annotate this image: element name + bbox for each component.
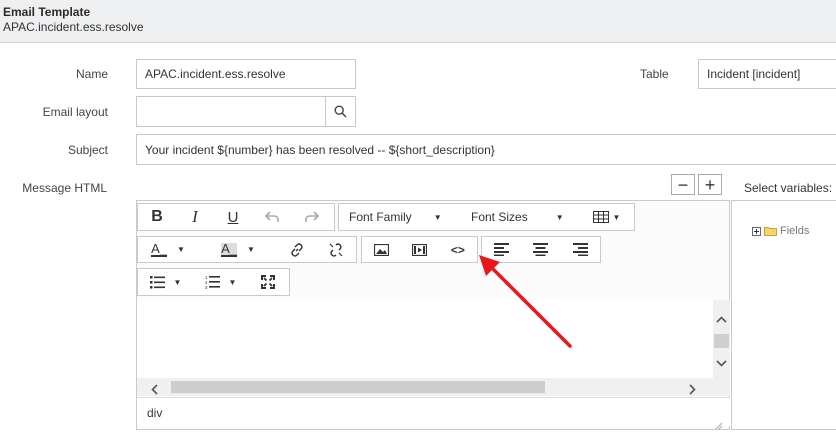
bold-button[interactable]: B	[138, 204, 176, 230]
vertical-scroll-thumb[interactable]	[714, 334, 729, 348]
toolbar-group-lists: ▼ 1 2 3 ▼	[137, 268, 290, 296]
insert-image-button[interactable]	[362, 237, 400, 262]
email-layout-label: Email layout	[42, 105, 108, 119]
table-label: Table	[640, 67, 669, 81]
bullet-list-icon	[149, 275, 165, 288]
vertical-scrollbar[interactable]	[713, 300, 730, 378]
tree-node-label: Fields	[780, 225, 810, 237]
underline-button[interactable]: U	[214, 204, 252, 230]
underline-icon: U	[227, 208, 239, 226]
scroll-up-icon[interactable]	[716, 314, 727, 326]
insert-media-button[interactable]	[400, 237, 438, 262]
redo-button[interactable]	[292, 204, 332, 230]
element-path[interactable]: div	[147, 406, 162, 420]
unlink-icon	[329, 242, 343, 257]
annotation-arrow-icon	[479, 255, 572, 348]
editor-statusbar: div	[137, 397, 730, 430]
background-color-button[interactable]: A_ ▼	[198, 237, 278, 262]
email-layout-field[interactable]	[136, 96, 326, 127]
fullscreen-icon	[261, 275, 275, 289]
media-icon	[411, 243, 427, 256]
font-sizes-dropdown[interactable]: Font Sizes ▼	[459, 204, 579, 230]
caret-down-icon: ▼	[555, 212, 564, 222]
toolbar-group-font: Font Family ▼ Font Sizes ▼ ▼	[338, 203, 635, 231]
undo-button[interactable]	[252, 204, 292, 230]
variables-panel: Fields	[731, 200, 836, 430]
caret-down-icon: ▼	[228, 277, 237, 287]
bullet-list-button[interactable]: ▼	[138, 269, 193, 295]
toolbar-group-format: B I U	[137, 203, 335, 231]
select-variables-label: Select variables:	[744, 181, 833, 195]
insert-link-button[interactable]	[278, 237, 316, 262]
text-color-icon: A_	[151, 240, 167, 257]
table-dropdown[interactable]: ▼	[579, 204, 634, 230]
folder-icon	[764, 227, 777, 236]
fullscreen-button[interactable]	[248, 269, 288, 295]
table-icon	[592, 211, 609, 223]
caret-down-icon: ▼	[246, 245, 255, 254]
zoom-in-button[interactable]: +	[698, 174, 722, 195]
name-field[interactable]: APAC.incident.ess.resolve	[136, 59, 356, 89]
horizontal-scroll-thumb[interactable]	[171, 381, 545, 393]
message-html-label: Message HTML	[22, 181, 107, 195]
font-sizes-label: Font Sizes	[471, 210, 528, 224]
record-name: APAC.incident.ess.resolve	[3, 20, 144, 34]
editor-content[interactable]	[137, 300, 713, 378]
table-field[interactable]: Incident [incident]	[698, 59, 836, 89]
background-color-icon: A_	[221, 240, 237, 257]
resize-handle-icon[interactable]	[715, 417, 723, 435]
caret-down-icon: ▼	[433, 212, 442, 222]
svg-text:3: 3	[205, 285, 208, 289]
caret-down-icon: ▼	[612, 212, 621, 222]
caret-down-icon: ▼	[173, 277, 182, 287]
numbered-list-icon: 1 2 3	[205, 275, 220, 289]
toolbar-group-insert: <>	[361, 236, 478, 263]
horizontal-scrollbar[interactable]	[137, 378, 730, 396]
tree-node-fields[interactable]: Fields	[752, 225, 809, 237]
redo-icon	[305, 211, 319, 222]
numbered-list-button[interactable]: 1 2 3 ▼	[193, 269, 248, 295]
image-icon	[373, 243, 389, 256]
italic-icon: I	[192, 207, 198, 226]
italic-button[interactable]: I	[176, 204, 214, 230]
scroll-down-icon[interactable]	[716, 354, 727, 372]
caret-down-icon: ▼	[176, 245, 185, 254]
font-family-dropdown[interactable]: Font Family ▼	[339, 204, 459, 230]
link-icon	[291, 242, 303, 257]
bold-icon: B	[151, 208, 163, 225]
form-header: Email Template APAC.incident.ess.resolve	[0, 0, 836, 43]
font-family-label: Font Family	[349, 210, 412, 224]
search-icon	[334, 105, 347, 118]
toolbar-group-color-link: A_ ▼ A_ ▼	[137, 236, 357, 263]
name-label: Name	[75, 67, 108, 81]
email-layout-lookup-button[interactable]	[325, 96, 356, 127]
text-color-button[interactable]: A_ ▼	[138, 237, 198, 262]
zoom-out-button[interactable]: −	[671, 174, 695, 195]
subject-label: Subject	[67, 143, 108, 157]
remove-link-button[interactable]	[316, 237, 356, 262]
subject-field[interactable]: Your incident ${number} has been resolve…	[136, 134, 836, 165]
undo-icon	[265, 211, 279, 222]
code-icon: <>	[450, 242, 465, 257]
expand-icon[interactable]	[752, 226, 761, 236]
form-title: Email Template	[3, 5, 91, 19]
